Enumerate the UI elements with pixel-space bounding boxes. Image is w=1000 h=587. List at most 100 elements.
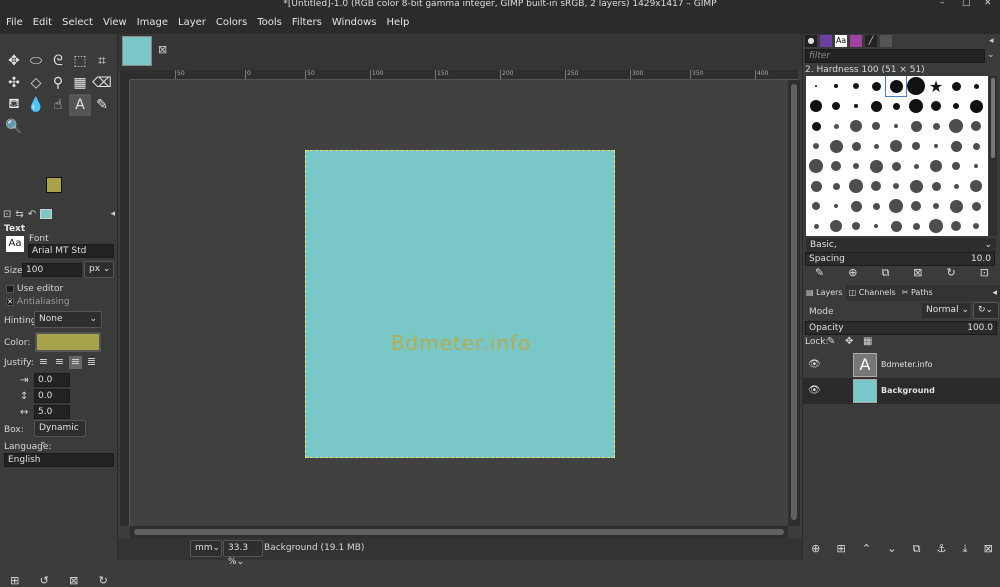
menu-tools[interactable]: Tools — [257, 17, 282, 28]
brush-item[interactable] — [826, 156, 846, 176]
brush-item[interactable] — [886, 96, 906, 116]
brush-item[interactable] — [846, 216, 866, 236]
justify-center-icon[interactable]: ≡ — [69, 356, 82, 369]
brush-item[interactable] — [926, 176, 946, 196]
perspective-icon[interactable]: ◇ — [25, 72, 47, 94]
fg-bg-colors[interactable] — [46, 177, 76, 207]
font-preview-button[interactable]: Aa — [6, 236, 24, 252]
brush-item[interactable] — [966, 136, 986, 156]
language-field[interactable]: English — [4, 453, 114, 467]
close-window-button[interactable]: ✕ — [984, 0, 992, 8]
spacing-slider[interactable]: Spacing 10.0 — [805, 252, 995, 266]
size-field[interactable]: 100 — [22, 263, 82, 277]
brush-item[interactable] — [906, 216, 926, 236]
brush-item[interactable] — [966, 116, 986, 136]
vertical-scrollbar[interactable] — [788, 80, 800, 526]
justify-left-icon[interactable]: ≡ — [37, 356, 50, 369]
ellipse-select-icon[interactable]: ⬭ — [25, 50, 47, 72]
edit-brush-icon[interactable]: ✎ — [815, 266, 824, 280]
brush-item[interactable] — [966, 176, 986, 196]
brush-item[interactable] — [846, 196, 866, 216]
duplicate-brush-icon[interactable]: ⧉ — [881, 266, 889, 280]
brush-item[interactable] — [866, 176, 886, 196]
brush-item[interactable] — [926, 96, 946, 116]
tab-paths[interactable]: ✂ Paths — [899, 285, 936, 301]
lock-alpha-icon[interactable]: ▦ — [863, 336, 872, 347]
brush-item[interactable] — [946, 156, 966, 176]
brush-item[interactable] — [906, 96, 926, 116]
close-image-icon[interactable]: ⊠ — [158, 43, 167, 56]
brush-item[interactable] — [946, 176, 966, 196]
menu-filters[interactable]: Filters — [292, 17, 322, 28]
warp-icon[interactable]: ✣ — [3, 72, 25, 94]
clone-icon[interactable]: ⚲ — [47, 72, 69, 94]
brush-item[interactable] — [906, 176, 926, 196]
brush-item[interactable] — [906, 76, 926, 96]
dock-menu-icon[interactable]: ◂ — [110, 209, 115, 219]
brush-item[interactable] — [846, 76, 866, 96]
horizontal-scroll-thumb[interactable] — [134, 529, 784, 535]
open-brush-icon[interactable]: ⊡ — [980, 266, 989, 280]
fonts-tab-icon[interactable]: Aa — [835, 35, 847, 47]
brush-item[interactable] — [806, 176, 826, 196]
menu-windows[interactable]: Windows — [332, 17, 377, 28]
brush-item[interactable] — [846, 136, 866, 156]
brush-item[interactable] — [866, 216, 886, 236]
brush-item[interactable] — [886, 156, 906, 176]
menu-image[interactable]: Image — [137, 17, 168, 28]
layer-name[interactable]: Bdmeter.info — [881, 360, 932, 369]
move-tool-icon[interactable]: ✥ — [3, 50, 25, 72]
indent-field[interactable]: 0.0 — [34, 373, 70, 387]
brush-item[interactable] — [966, 76, 986, 96]
brush-item[interactable] — [866, 156, 886, 176]
minimize-button[interactable]: – — [940, 0, 945, 8]
layer-row[interactable]: 👁 Background — [803, 378, 1000, 404]
brush-filter-field[interactable]: filter — [805, 49, 985, 63]
mode-switch-button[interactable]: ↻⌄ — [973, 302, 999, 319]
brush-scroll-thumb[interactable] — [991, 78, 995, 158]
line-spacing-field[interactable]: 0.0 — [34, 389, 70, 403]
smudge-icon[interactable]: ☝ — [47, 94, 69, 116]
brush-item[interactable] — [846, 176, 866, 196]
brush-item[interactable] — [946, 116, 966, 136]
crop-icon[interactable]: ⌗ — [91, 50, 113, 72]
text-color-swatch[interactable] — [35, 332, 101, 352]
brush-item[interactable] — [806, 216, 826, 236]
brush-item[interactable] — [866, 196, 886, 216]
brush-item[interactable] — [846, 116, 866, 136]
document-history-tab-icon[interactable] — [880, 35, 892, 47]
brush-item[interactable] — [946, 196, 966, 216]
brush-item[interactable] — [826, 136, 846, 156]
horizontal-scrollbar[interactable] — [130, 526, 788, 538]
brush-item[interactable] — [886, 136, 906, 156]
tab-channels[interactable]: ◫ Channels — [846, 285, 899, 301]
brush-item[interactable] — [966, 216, 986, 236]
hinting-select[interactable]: None ⌄ — [34, 311, 102, 328]
mode-select[interactable]: Normal ⌄ — [921, 302, 971, 319]
delete-layer-icon[interactable]: ⊠ — [984, 542, 993, 556]
ink-icon[interactable]: 💧 — [25, 94, 47, 116]
maximize-button[interactable]: □ — [962, 0, 971, 8]
lock-position-icon[interactable]: ✥ — [845, 336, 853, 347]
image-tab-thumbnail[interactable] — [122, 36, 152, 66]
vertical-ruler[interactable] — [120, 80, 130, 526]
delete-options-icon[interactable]: ⊠ — [69, 574, 78, 587]
brush-scrollbar[interactable] — [989, 76, 997, 236]
layer-row[interactable]: 👁 A Bdmeter.info — [803, 352, 1000, 378]
justify-fill-icon[interactable]: ≣ — [85, 356, 98, 369]
image-canvas[interactable]: Bdmeter.info — [305, 150, 615, 458]
font-field[interactable]: Arial MT Std — [28, 244, 114, 258]
unit-select[interactable]: mm⌄ — [190, 540, 222, 557]
foreground-color[interactable] — [46, 177, 62, 193]
brush-item[interactable] — [866, 136, 886, 156]
anchor-layer-icon[interactable]: ⚓ — [937, 542, 947, 556]
brush-grid[interactable]: ★ — [806, 76, 988, 236]
save-options-icon[interactable]: ⊞ — [10, 574, 19, 587]
brush-item[interactable] — [906, 156, 926, 176]
menu-edit[interactable]: Edit — [33, 17, 52, 28]
brush-item[interactable]: ★ — [926, 76, 946, 96]
brush-item[interactable] — [826, 76, 846, 96]
eraser-icon[interactable]: ⌫ — [91, 72, 113, 94]
brush-item[interactable] — [886, 116, 906, 136]
brush-item[interactable] — [946, 136, 966, 156]
